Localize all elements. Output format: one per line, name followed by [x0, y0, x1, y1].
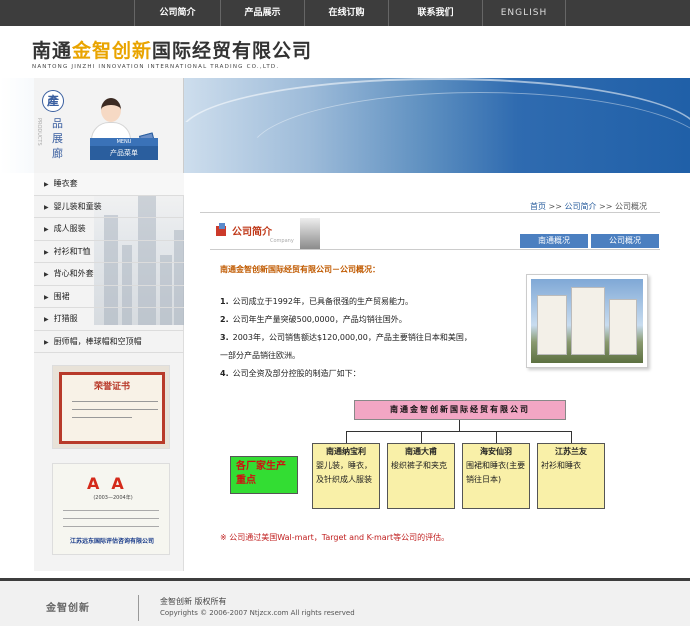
breadcrumb-current: 公司概况	[615, 202, 647, 211]
paragraph: 1. 公司成立于1992年，已具备很强的生产贸易能力。	[220, 297, 413, 306]
arrow-icon: ▶	[44, 271, 49, 278]
org-connector	[421, 431, 422, 443]
org-side-label: 各厂家生产重点	[230, 456, 298, 494]
nav-english[interactable]: ENGLISH	[482, 0, 566, 26]
arrow-icon: ▶	[44, 338, 49, 346]
site-logo[interactable]: 南通金智创新国际经贸有限公司 NANTONG JINZHI INNOVATION…	[32, 36, 312, 70]
credit-grade: AA	[87, 474, 136, 493]
org-connector	[496, 431, 497, 443]
footer-logo: 金智创新	[46, 603, 90, 614]
divider	[200, 212, 660, 213]
sidebar-item-pajamas[interactable]: ▶ 睡衣套	[34, 173, 184, 196]
logo-chinese: 南通金智创新国际经贸有限公司	[32, 40, 313, 62]
divider	[210, 249, 660, 250]
sidebar-item-aprons[interactable]: ▶ 围裙	[34, 286, 184, 308]
breadcrumb-company[interactable]: 公司简介	[565, 202, 597, 211]
paragraph: 2. 公司年生产量突破500,0000，产品均销往国外。	[220, 315, 407, 324]
paragraph: 3. 2003年，公司销售额达$120,000,00，产品主要销往日本和美国，	[220, 333, 472, 342]
nav-online-order[interactable]: 在线订购	[304, 0, 388, 26]
section-subtitle: Company	[270, 238, 294, 244]
certificate-title: 荣誉证书	[93, 382, 130, 392]
nav-company-profile[interactable]: 公司简介	[134, 0, 220, 26]
tab-nantong-overview[interactable]: 南通概况	[520, 234, 588, 248]
section-building-image	[300, 218, 320, 250]
logo-english: NANTONG JINZHI INNOVATION INTERNATIONAL …	[32, 64, 280, 70]
seal-icon: 產	[42, 90, 64, 112]
section-title: 公司简介	[232, 227, 272, 238]
org-connector	[459, 420, 460, 431]
sidebar-item-adult-clothing[interactable]: ▶ 成人服装	[34, 218, 184, 241]
footer-copyright-en: Copyrights © 2006-2007 Ntjzcx.com All ri…	[160, 609, 355, 617]
org-chart-top: 南通金智创新国际经贸有限公司	[354, 400, 566, 420]
credit-certificate[interactable]: AA (2003—2004年) 江苏远东国际评估咨询有限公司	[52, 463, 170, 555]
arrow-icon: ▶	[44, 181, 49, 188]
footer-copyright-cn: 金智创新 版权所有	[160, 597, 227, 606]
products-vertical-label: PRODUCTS	[36, 118, 42, 146]
main-nav: 公司简介 产品展示 在线订购 联系我们 ENGLISH	[134, 0, 566, 26]
gallery-vertical-title: 品 展 廊	[52, 117, 63, 160]
sidebar-item-hats[interactable]: ▶ 厨师帽，棒球帽和空顶帽	[34, 331, 184, 353]
footer-divider	[138, 595, 139, 621]
paragraph: 4. 公司全资及部分控股的制造厂如下：	[220, 369, 361, 378]
product-menu-tag: MENU 产品菜单	[90, 138, 158, 160]
nav-contact[interactable]: 联系我们	[388, 0, 482, 26]
sidebar-item-hunting[interactable]: ▶ 打猎服	[34, 308, 184, 331]
credit-period: (2003—2004年)	[93, 495, 133, 501]
sidebar-item-shirts[interactable]: ▶ 衬衫和T恤	[34, 241, 184, 263]
org-factory-box: 江苏兰友 衬衫和睡衣	[537, 443, 605, 509]
paragraph: 一部分产品销往欧洲。	[220, 351, 300, 360]
honor-certificate[interactable]: 荣誉证书	[52, 365, 170, 449]
org-factory-box: 南通纳宝利 婴儿装，睡衣，及针织成人服装	[312, 443, 380, 509]
breadcrumb: 首页 >> 公司简介 >> 公司概况	[530, 202, 647, 211]
org-connector	[346, 431, 572, 432]
breadcrumb-home[interactable]: 首页	[530, 202, 546, 211]
footer: 金智创新 金智创新 版权所有 Copyrights © 2006-2007 Nt…	[0, 578, 690, 626]
org-factory-box: 海安仙羽 围裙和睡衣(主要销往日本)	[462, 443, 530, 509]
nav-products[interactable]: 产品展示	[220, 0, 304, 26]
section-icon	[219, 223, 225, 229]
credit-agency: 江苏远东国际评估咨询有限公司	[69, 538, 154, 545]
org-connector	[571, 431, 572, 443]
org-connector	[346, 431, 347, 443]
sidebar-item-babywear[interactable]: ▶ 婴儿装和童装	[34, 196, 184, 218]
product-menu: ▶ 睡衣套 ▶ 婴儿装和童装 ▶ 成人服装 ▶ 衬衫和T恤 ▶ 背心和外套 ▶ 围裙 ▶ 打猎…	[34, 173, 184, 353]
content-heading: 南通金智创新国际经贸有限公司－公司概况：	[220, 265, 380, 274]
arrow-icon: ▶	[44, 293, 49, 301]
org-factory-box: 南通大甫 梭织裤子和夹克	[387, 443, 455, 509]
top-navbar: 公司简介 产品展示 在线订购 联系我们 ENGLISH	[0, 0, 690, 26]
factory-photo	[526, 274, 648, 368]
arrow-icon: ▶	[44, 316, 49, 323]
evaluation-note: ※ 公司通过美国Wal-mart，Target and K-mart等公司的评估…	[220, 533, 450, 542]
arrow-icon: ▶	[44, 248, 49, 256]
product-menu-header: 產 PRODUCTS 品 展 廊 MENU 产品菜单	[34, 78, 184, 173]
arrow-icon: ▶	[44, 203, 49, 211]
sidebar-item-vests[interactable]: ▶ 背心和外套	[34, 263, 184, 286]
sidebar: ▶ 睡衣套 ▶ 婴儿装和童装 ▶ 成人服装 ▶ 衬衫和T恤 ▶ 背心和外套 ▶ 围裙 ▶ 打猎…	[34, 173, 184, 571]
arrow-icon: ▶	[44, 226, 49, 233]
tab-company-overview[interactable]: 公司概况	[591, 234, 659, 248]
